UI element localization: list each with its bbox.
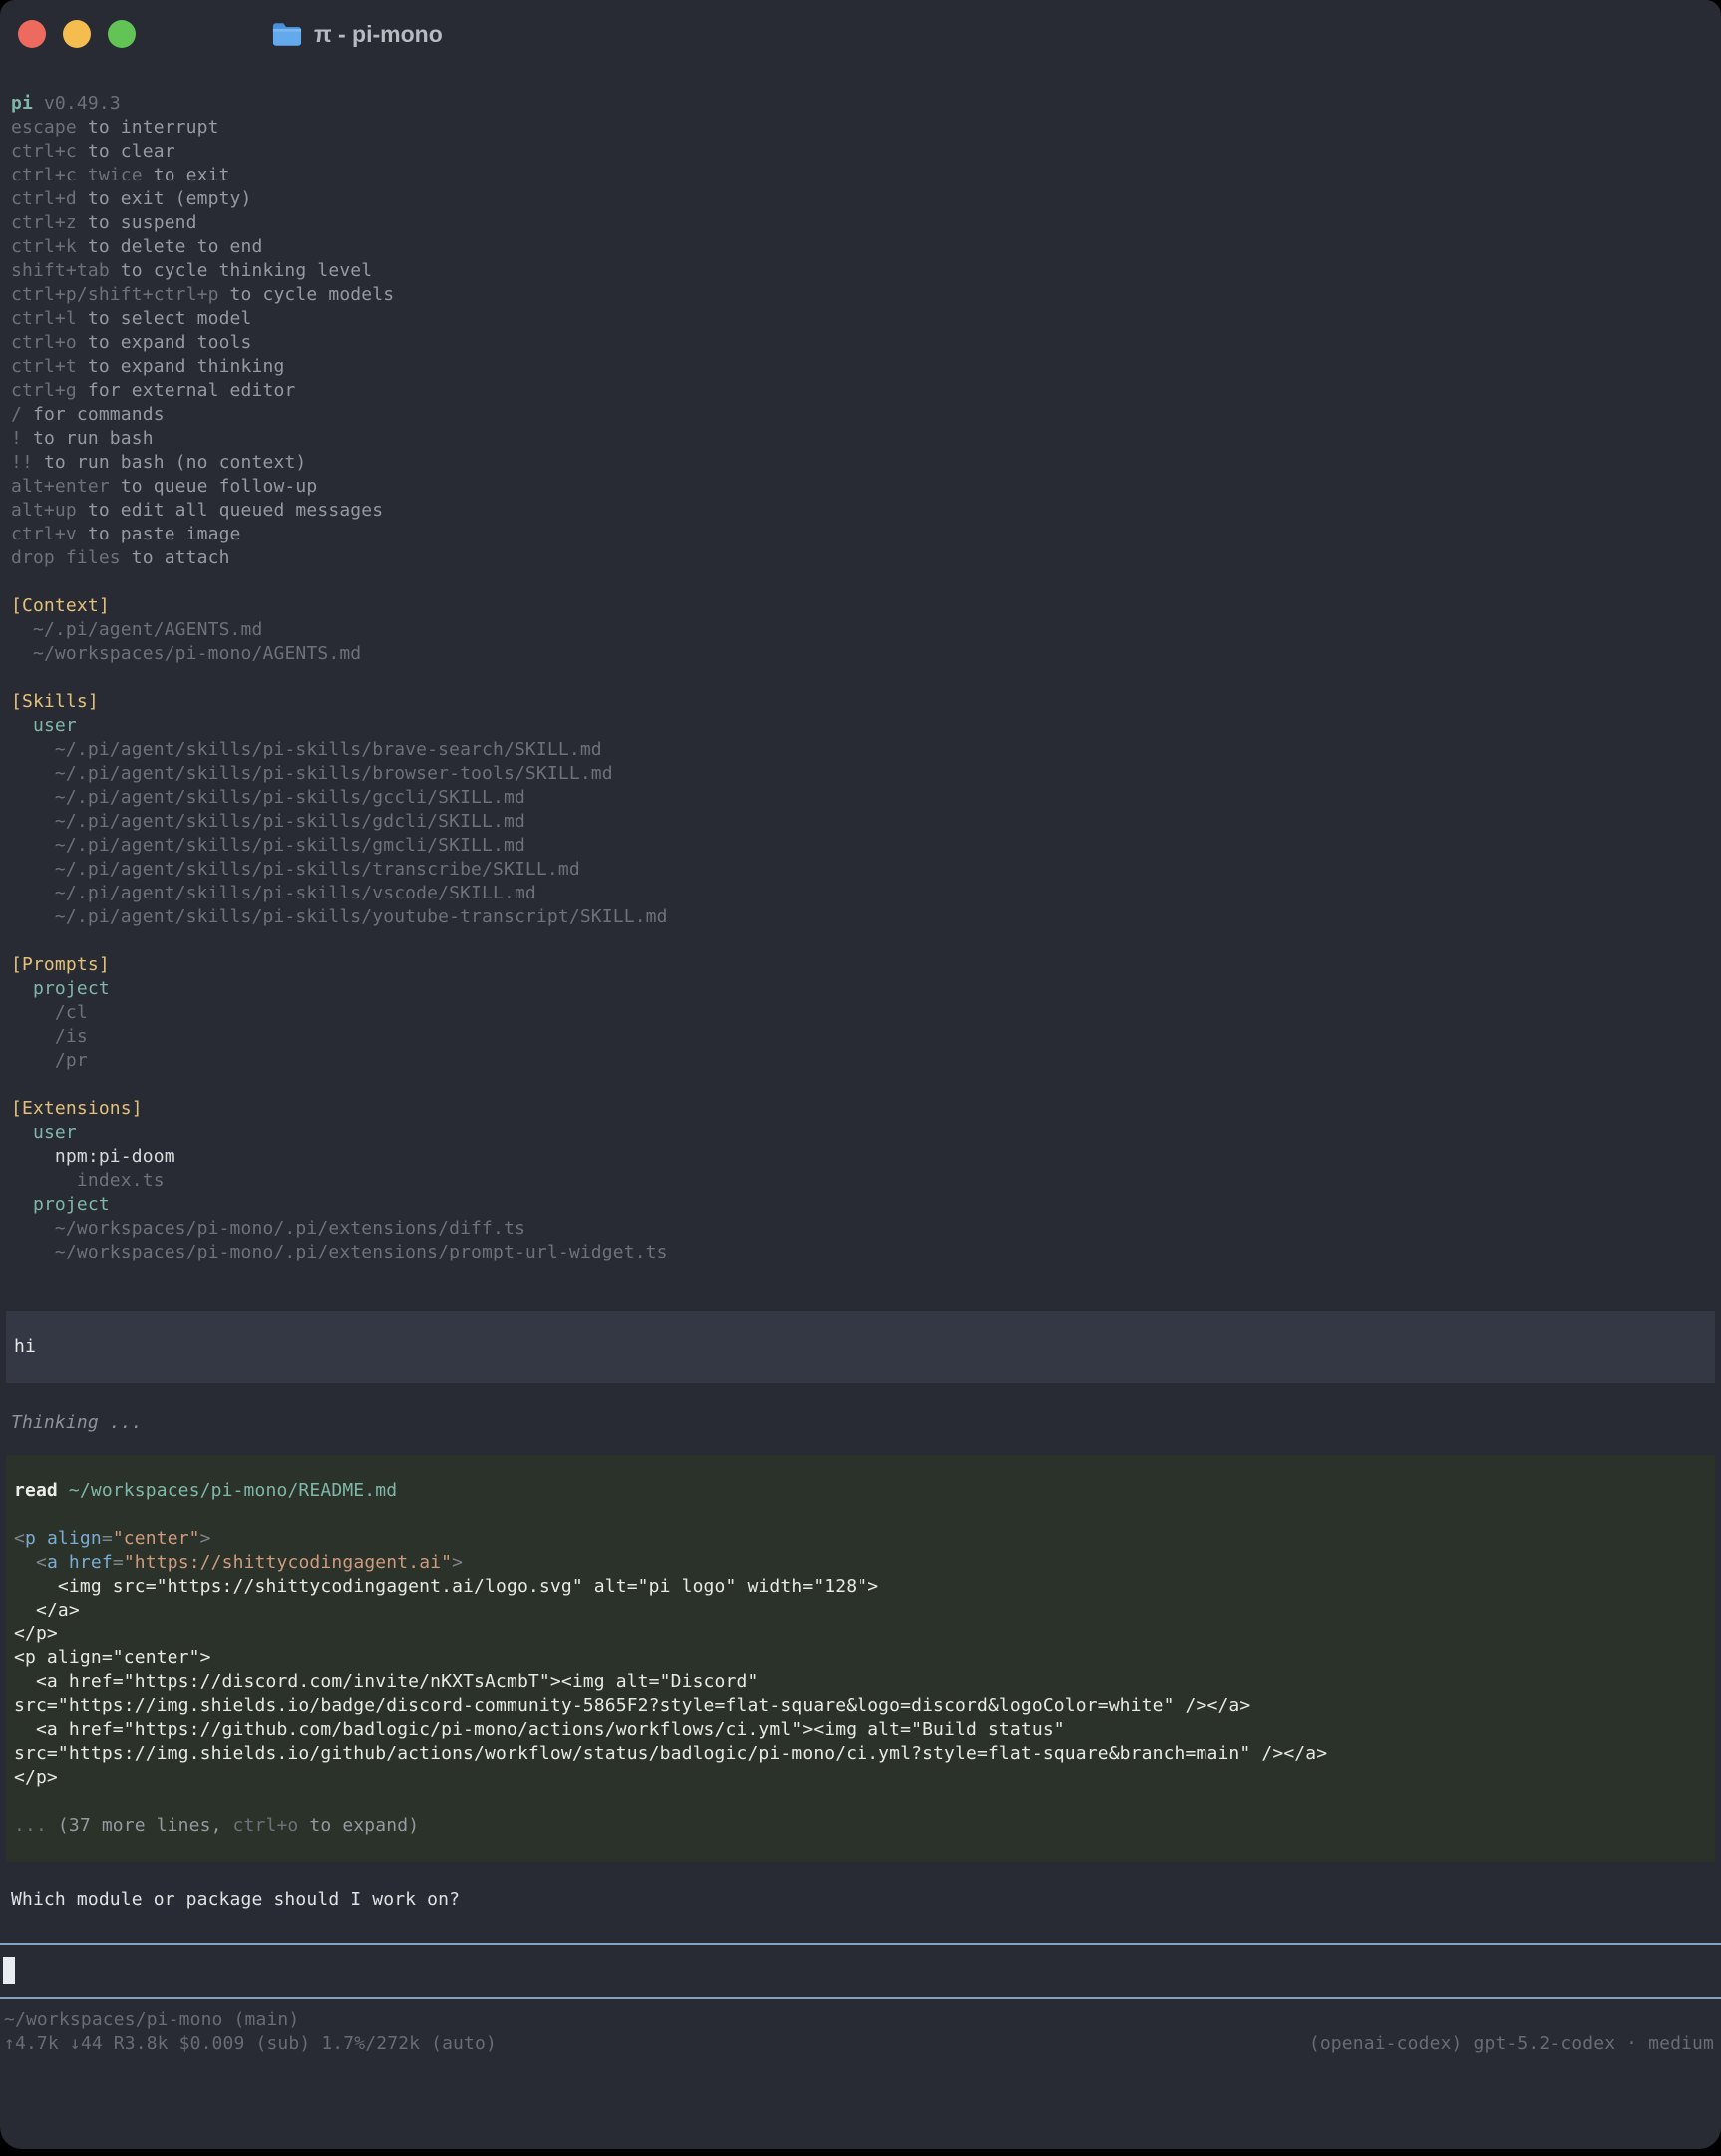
code-line: </p> <box>14 1766 1707 1790</box>
section-title: [Prompts] <box>11 953 1710 977</box>
shortcut-line: alt+up to edit all queued messages <box>11 499 1710 523</box>
user-message-text: hi <box>14 1335 1707 1359</box>
section-line: /cl <box>11 1001 1710 1025</box>
expand-hint: ... (37 more lines, ctrl+o to expand) <box>14 1814 1707 1838</box>
folder-icon <box>272 22 302 47</box>
code-line: <a href="https://shittycodingagent.ai"> <box>14 1551 1707 1575</box>
shortcut-line: alt+enter to queue follow-up <box>11 475 1710 499</box>
shortcut-line: ctrl+c twice to exit <box>11 164 1710 187</box>
section-line: ~/.pi/agent/skills/pi-skills/gccli/SKILL… <box>11 786 1710 810</box>
section-line: user <box>11 714 1710 738</box>
code-line: <p align="center"> <box>14 1527 1707 1551</box>
section-title: [Context] <box>11 594 1710 618</box>
code-line: <p align="center"> <box>14 1646 1707 1670</box>
zoom-button[interactable] <box>108 20 136 48</box>
startup-sections: [Context] ~/.pi/agent/AGENTS.md ~/worksp… <box>11 594 1710 1264</box>
status-bar: ~/workspaces/pi-mono (main) ↑4.7k ↓44 R3… <box>0 2008 1721 2056</box>
section-line: index.ts <box>11 1169 1710 1193</box>
cwd-branch: ~/workspaces/pi-mono (main) <box>4 2008 299 2032</box>
shortcut-line: escape to interrupt <box>11 116 1710 140</box>
shortcut-line: ctrl+l to select model <box>11 307 1710 331</box>
shortcuts-list: escape to interruptctrl+c to clearctrl+c… <box>11 116 1710 570</box>
section-line: ~/.pi/agent/skills/pi-skills/vscode/SKIL… <box>11 882 1710 905</box>
section-line: ~/.pi/agent/skills/pi-skills/youtube-tra… <box>11 905 1710 929</box>
code-line: </p> <box>14 1622 1707 1646</box>
tool-call-box: read ~/workspaces/pi-mono/README.md <p a… <box>6 1455 1715 1862</box>
shortcut-line: shift+tab to cycle thinking level <box>11 259 1710 283</box>
shortcut-line: ctrl+v to paste image <box>11 523 1710 546</box>
tool-arg: ~/workspaces/pi-mono/README.md <box>69 1480 397 1501</box>
token-stats: ↑4.7k ↓44 R3.8k $0.009 (sub) 1.7%/272k (… <box>4 2032 497 2056</box>
minimize-button[interactable] <box>63 20 91 48</box>
app-version: v0.49.3 <box>44 93 121 114</box>
section-title: [Skills] <box>11 690 1710 714</box>
section-line: ~/workspaces/pi-mono/.pi/extensions/diff… <box>11 1217 1710 1241</box>
section-line: npm:pi-doom <box>11 1145 1710 1169</box>
section-title: [Extensions] <box>11 1097 1710 1121</box>
assistant-message-text: Which module or package should I work on… <box>11 1888 1721 1912</box>
tool-name: read <box>14 1480 58 1501</box>
model-indicator: (openai-codex) gpt-5.2-codex · medium <box>1309 2032 1714 2056</box>
section-line: ~/.pi/agent/skills/pi-skills/transcribe/… <box>11 858 1710 882</box>
section: [Extensions] user npm:pi-doom index.ts p… <box>11 1097 1710 1264</box>
close-button[interactable] <box>18 20 46 48</box>
section-line: ~/.pi/agent/skills/pi-skills/gmcli/SKILL… <box>11 834 1710 858</box>
shortcut-line: drop files to attach <box>11 546 1710 570</box>
section-line: project <box>11 1193 1710 1217</box>
shortcut-line: ctrl+c to clear <box>11 140 1710 164</box>
section-line: ~/workspaces/pi-mono/.pi/extensions/prom… <box>11 1241 1710 1264</box>
user-message-box: hi <box>6 1311 1715 1383</box>
app-banner: pi v0.49.3 <box>11 92 1710 116</box>
tool-call-header: read ~/workspaces/pi-mono/README.md <box>14 1479 1707 1503</box>
shortcut-line: ctrl+o to expand tools <box>11 331 1710 355</box>
titlebar: π - pi-mono <box>0 0 1721 68</box>
shortcut-line: !! to run bash (no context) <box>11 451 1710 475</box>
shortcut-line: ! to run bash <box>11 427 1710 451</box>
section-line: ~/.pi/agent/skills/pi-skills/gdcli/SKILL… <box>11 810 1710 834</box>
tool-output-code: <p align="center"> <a href="https://shit… <box>14 1527 1707 1790</box>
thinking-indicator: Thinking ... <box>11 1411 1721 1435</box>
screen: π - pi-mono pi v0.49.3 escape to interru… <box>0 0 1721 2156</box>
shortcut-line: ctrl+p/shift+ctrl+p to cycle models <box>11 283 1710 307</box>
session-header: pi v0.49.3 escape to interruptctrl+c to … <box>0 68 1721 1264</box>
section: [Context] ~/.pi/agent/AGENTS.md ~/worksp… <box>11 594 1710 666</box>
code-line: src="https://img.shields.io/github/actio… <box>14 1742 1707 1766</box>
section-line: /pr <box>11 1049 1710 1073</box>
code-line: </a> <box>14 1599 1707 1622</box>
code-line: <a href="https://discord.com/invite/nKXT… <box>14 1670 1707 1694</box>
section-line: ~/.pi/agent/skills/pi-skills/brave-searc… <box>11 738 1710 762</box>
section-line: /is <box>11 1025 1710 1049</box>
text-cursor <box>3 1957 15 1984</box>
prompt-input[interactable] <box>0 1943 1721 1999</box>
app-name: pi <box>11 93 33 114</box>
section: [Prompts] project /cl /is /pr <box>11 953 1710 1073</box>
section-line: ~/.pi/agent/skills/pi-skills/browser-too… <box>11 762 1710 786</box>
shortcut-line: ctrl+d to exit (empty) <box>11 187 1710 211</box>
code-line: <a href="https://github.com/badlogic/pi-… <box>14 1718 1707 1742</box>
section-line: user <box>11 1121 1710 1145</box>
code-line: src="https://img.shields.io/badge/discor… <box>14 1694 1707 1718</box>
shortcut-line: / for commands <box>11 403 1710 427</box>
window-title: π - pi-mono <box>314 22 443 46</box>
code-line: <img src="https://shittycodingagent.ai/l… <box>14 1575 1707 1599</box>
section-line: ~/.pi/agent/AGENTS.md <box>11 618 1710 642</box>
section: [Skills] user ~/.pi/agent/skills/pi-skil… <box>11 690 1710 929</box>
terminal-window: π - pi-mono pi v0.49.3 escape to interru… <box>0 0 1721 2149</box>
shortcut-line: ctrl+t to expand thinking <box>11 355 1710 379</box>
section-line: project <box>11 977 1710 1001</box>
shortcut-line: ctrl+k to delete to end <box>11 235 1710 259</box>
section-line: ~/workspaces/pi-mono/AGENTS.md <box>11 642 1710 666</box>
shortcut-line: ctrl+g for external editor <box>11 379 1710 403</box>
shortcut-line: ctrl+z to suspend <box>11 211 1710 235</box>
